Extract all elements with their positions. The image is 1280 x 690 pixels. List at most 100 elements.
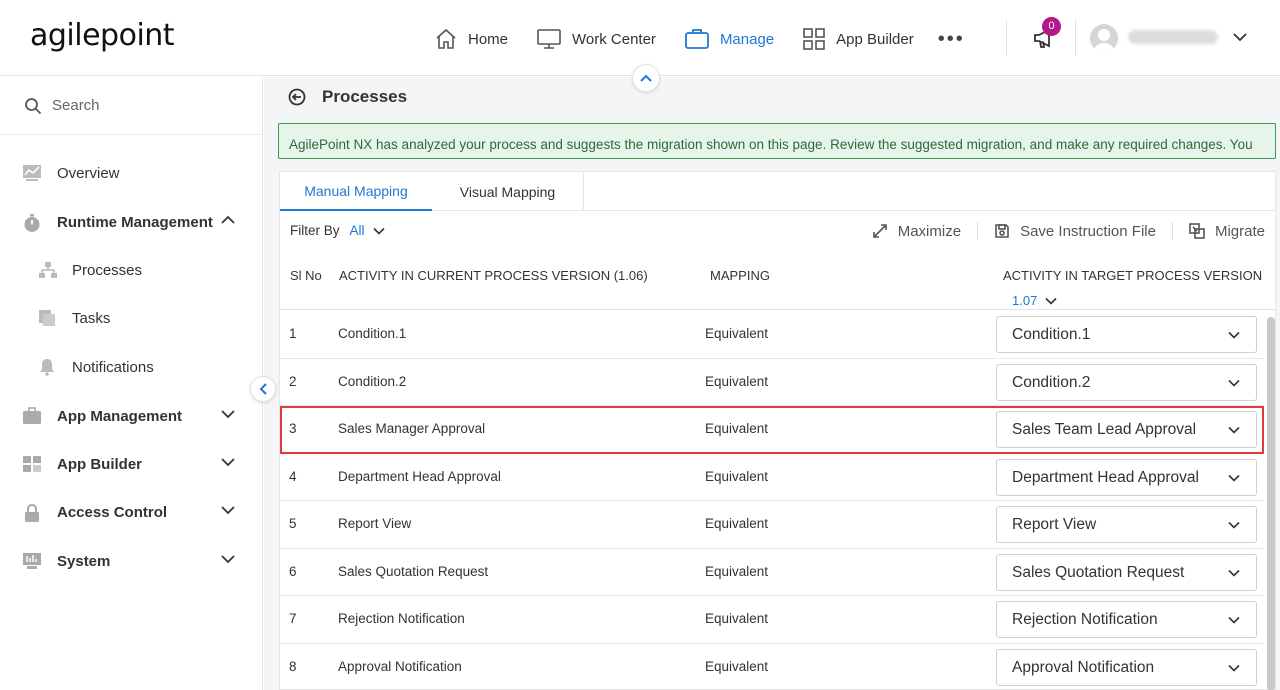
toolbar-actions: Maximize Save Instruction File Migrate	[872, 222, 1265, 240]
target-activity-select[interactable]: Rejection Notification	[996, 601, 1257, 638]
nav-manage[interactable]: Manage	[684, 27, 774, 51]
cell-mapping: Equivalent	[705, 468, 769, 484]
sidebar-item-label: App Builder	[57, 456, 142, 473]
chevron-down-icon	[1228, 474, 1240, 482]
lock-icon	[25, 503, 39, 522]
nav-manage-label: Manage	[719, 30, 775, 48]
target-activity-select[interactable]: Condition.2	[996, 363, 1257, 401]
sidebar-item-notifications[interactable]: Notifications	[0, 347, 262, 387]
agilepoint-logo[interactable]: agilepoint	[30, 18, 175, 53]
chevron-up-icon	[640, 74, 652, 82]
chevron-down-icon	[1228, 331, 1240, 339]
system-icon	[23, 553, 41, 569]
collapse-header-button[interactable]	[632, 64, 660, 92]
top-nav: Home Work Center Manage App Builder •••	[434, 24, 965, 54]
cell-sl-no: 3	[289, 421, 297, 436]
nav-home-label: Home	[468, 30, 509, 48]
sidebar-item-label: Tasks	[72, 310, 111, 327]
target-activity-select[interactable]: Sales Quotation Request	[996, 553, 1257, 591]
header-divider	[1006, 20, 1007, 56]
sidebar-item-system[interactable]: System	[0, 541, 262, 581]
migrate-icon	[1189, 223, 1205, 239]
chevron-down-icon	[221, 506, 235, 515]
column-header-target-activity: ACTIVITY IN TARGET PROCESS VERSION	[1003, 268, 1263, 283]
target-activity-value: Report View	[1012, 516, 1097, 533]
filter-label: Filter By	[290, 223, 340, 238]
chevron-down-icon	[1228, 569, 1240, 577]
sidebar-search[interactable]: Search	[0, 77, 262, 135]
target-version-value: 1.07	[1012, 293, 1038, 308]
sidebar-item-label: Access Control	[57, 504, 168, 521]
table-row: 8 Approval Notification Equivalent Appro…	[280, 644, 1264, 690]
chevron-down-icon[interactable]	[1233, 32, 1247, 42]
target-activity-select[interactable]: Department Head Approval	[996, 458, 1257, 496]
more-icon[interactable]: •••	[938, 28, 965, 51]
cell-current-activity: Department Head Approval	[338, 468, 501, 484]
sidebar-item-app-builder[interactable]: App Builder	[0, 444, 262, 484]
column-header-current-activity: ACTIVITY IN CURRENT PROCESS VERSION (1.0…	[339, 268, 648, 283]
sidebar-item-access-control[interactable]: Access Control	[0, 492, 262, 532]
cell-mapping: Equivalent	[705, 611, 769, 626]
save-instruction-file-label: Save Instruction File	[1020, 222, 1156, 240]
mapping-toolbar: Filter By All Maximize Save Instruction …	[280, 212, 1275, 250]
table-row-highlighted: 3 Sales Manager Approval Equivalent Sale…	[280, 406, 1264, 454]
notification-count-badge: 0	[1042, 17, 1061, 36]
target-version-dropdown[interactable]: 1.07	[1012, 293, 1057, 308]
sidebar-item-tasks[interactable]: Tasks	[0, 298, 262, 338]
cell-current-activity: Rejection Notification	[338, 611, 465, 626]
migrate-button[interactable]: Migrate	[1189, 223, 1265, 240]
target-activity-select[interactable]: Report View	[996, 506, 1257, 543]
table-row: 5 Report View Equivalent Report View	[280, 501, 1264, 549]
sidebar-item-label: Overview	[57, 165, 120, 182]
sidebar-item-runtime-management[interactable]: Runtime Management	[0, 202, 262, 242]
save-instruction-file-button[interactable]: Save Instruction File	[994, 223, 1156, 240]
cell-sl-no: 7	[289, 611, 297, 626]
chevron-up-icon	[221, 215, 235, 224]
migrate-label: Migrate	[1214, 222, 1265, 240]
cell-current-activity: Sales Manager Approval	[338, 421, 486, 436]
cell-sl-no: 8	[289, 658, 297, 674]
chevron-down-icon	[221, 410, 235, 419]
header-divider	[1075, 20, 1076, 56]
cell-mapping: Equivalent	[705, 516, 769, 531]
username-blurred[interactable]	[1128, 30, 1218, 44]
cell-mapping: Equivalent	[705, 658, 769, 674]
cell-current-activity: Approval Notification	[338, 658, 462, 674]
chevron-down-icon[interactable]	[372, 227, 385, 235]
chevron-down-icon	[1228, 664, 1240, 672]
grid-icon	[803, 28, 825, 50]
filter-dropdown[interactable]: All	[350, 223, 365, 238]
table-row: 1 Condition.1 Equivalent Condition.1	[280, 311, 1264, 359]
target-activity-select[interactable]: Sales Team Lead Approval	[996, 411, 1257, 448]
cell-sl-no: 4	[289, 468, 297, 484]
target-activity-select[interactable]: Approval Notification	[996, 648, 1257, 686]
cell-sl-no: 6	[289, 563, 297, 579]
nav-app-builder[interactable]: App Builder	[802, 27, 914, 51]
table-row: 2 Condition.2 Equivalent Condition.2	[280, 359, 1264, 406]
back-arrow-icon[interactable]	[288, 88, 306, 106]
monitor-icon	[537, 29, 561, 49]
nav-home[interactable]: Home	[434, 27, 508, 51]
tab-visual-mapping[interactable]: Visual Mapping	[432, 172, 584, 211]
scrollbar-thumb[interactable]	[1267, 317, 1275, 690]
tab-manual-mapping[interactable]: Manual Mapping	[280, 172, 432, 211]
search-icon	[25, 97, 42, 114]
toolbar-divider	[1171, 222, 1173, 240]
avatar[interactable]	[1090, 24, 1118, 52]
nav-work-center[interactable]: Work Center	[536, 27, 656, 51]
cell-sl-no: 2	[289, 373, 297, 389]
maximize-button[interactable]: Maximize	[872, 223, 961, 240]
sidebar-item-overview[interactable]: Overview	[0, 153, 262, 193]
mapping-card: Manual Mapping Visual Mapping Filter By …	[279, 171, 1276, 690]
sidebar-item-app-management[interactable]: App Management	[0, 396, 262, 436]
target-activity-value: Sales Quotation Request	[1012, 563, 1185, 581]
briefcase-icon	[23, 407, 41, 424]
mapping-rows: 1 Condition.1 Equivalent Condition.1 2 C…	[280, 311, 1264, 690]
target-activity-value: Rejection Notification	[1012, 611, 1158, 628]
cell-mapping: Equivalent	[705, 563, 769, 579]
target-activity-select[interactable]: Condition.1	[996, 316, 1257, 353]
collapse-sidebar-button[interactable]	[250, 376, 276, 402]
table-scrollbar[interactable]	[1267, 317, 1275, 690]
save-icon	[995, 224, 1009, 238]
sidebar-item-processes[interactable]: Processes	[0, 250, 262, 290]
